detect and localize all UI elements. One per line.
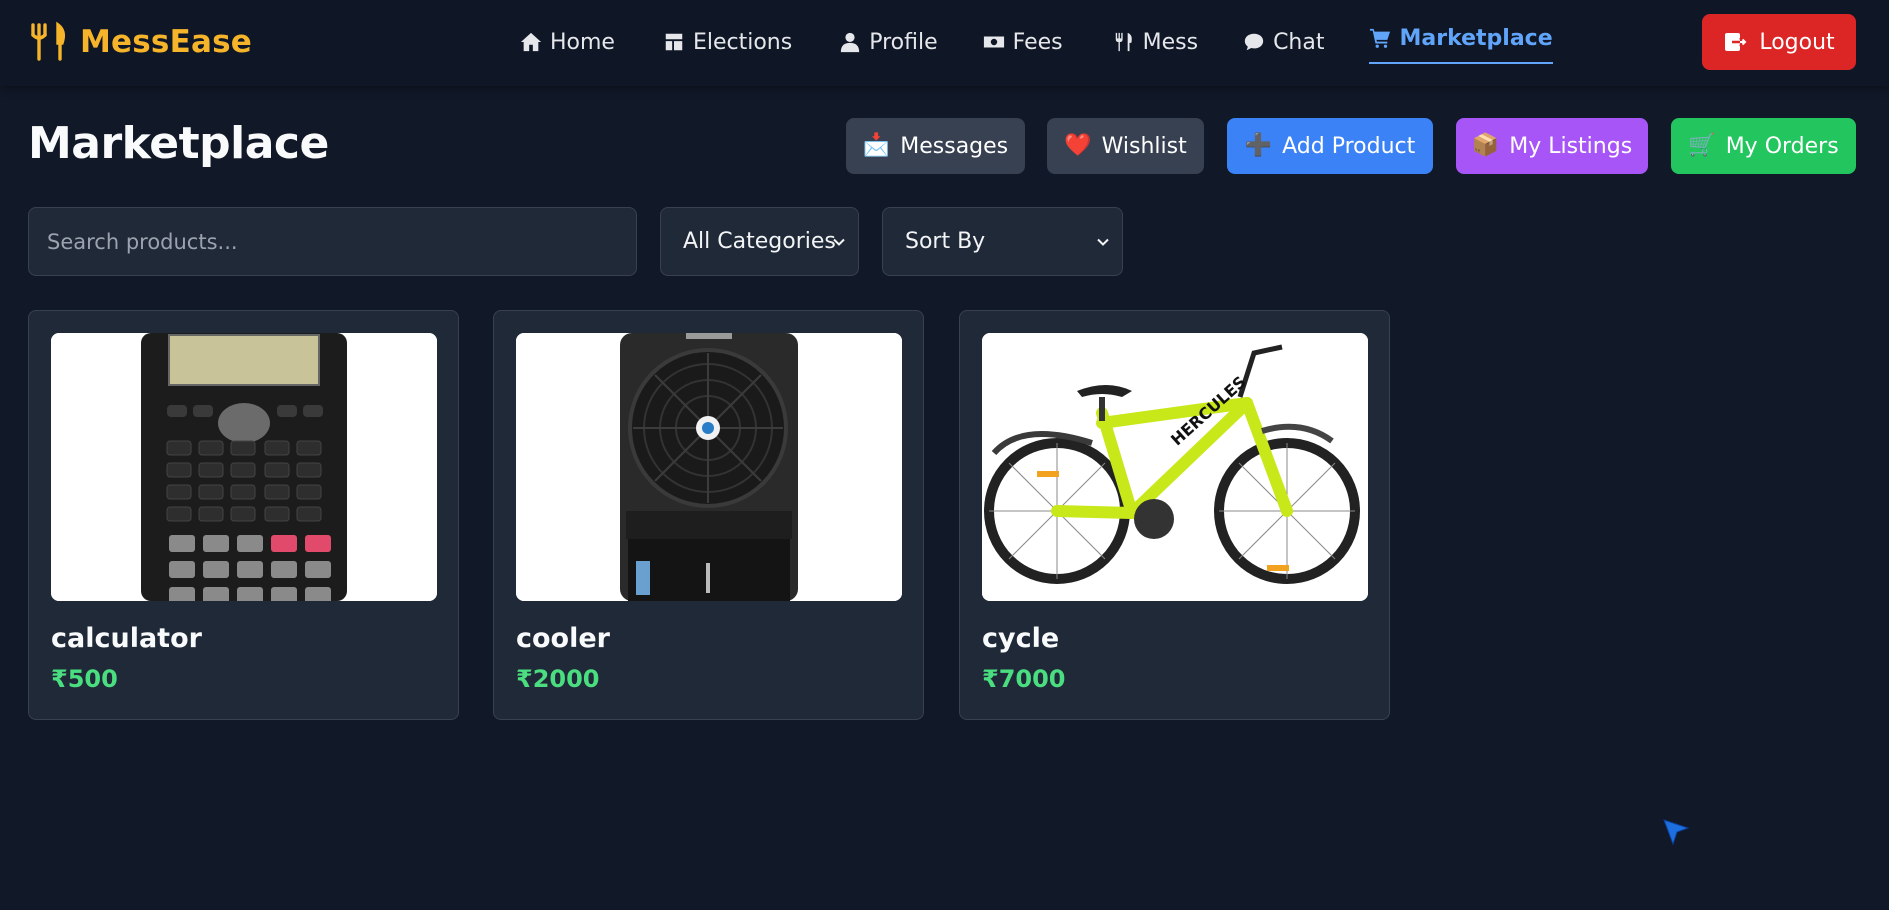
add-product-label: Add Product [1282,133,1416,159]
product-price: ₹2000 [516,665,600,693]
nav-item-label: Fees [1012,29,1063,55]
brand[interactable]: MessEase [28,20,252,64]
wishlist-label: Wishlist [1101,133,1187,159]
nav-item-profile[interactable]: Profile [839,22,938,62]
product-image[interactable]: HERCULES [982,333,1368,601]
logout-icon [1725,33,1747,51]
nav-item-label: Chat [1273,29,1325,55]
wishlist-button[interactable]: ❤️ Wishlist [1047,118,1204,174]
category-select[interactable]: All Categories [660,207,859,276]
cursor-icon [1663,819,1690,846]
cooler-image [516,333,902,601]
nav-item-marketplace[interactable]: Marketplace [1369,18,1553,64]
product-name: cooler [516,623,610,654]
calculator-image [51,333,437,601]
envelope-icon: 📩 [862,133,891,158]
nav-item-chat[interactable]: Chat [1243,22,1324,62]
user-icon [841,32,860,53]
money-icon [983,36,1004,48]
brand-name: MessEase [80,24,252,60]
home-icon [520,32,542,52]
category-select-value: All Categories [683,229,836,254]
product-card[interactable]: calculator ₹500 [28,310,459,720]
nav-item-home[interactable]: Home [520,22,615,62]
my-listings-label: My Listings [1509,133,1633,159]
fork-knife-icon [1115,32,1132,52]
heart-icon: ❤️ [1064,133,1092,158]
logout-label: Logout [1759,29,1835,55]
product-card[interactable]: cooler ₹2000 [493,310,924,720]
messages-button[interactable]: 📩 Messages [846,118,1025,174]
fork-knife-icon [31,21,66,61]
my-listings-button[interactable]: 📦 My Listings [1456,118,1648,174]
search-input[interactable] [28,207,637,276]
page-title: Marketplace [28,118,329,169]
nav-item-elections[interactable]: Elections [663,22,792,62]
package-icon: 📦 [1471,133,1500,158]
nav-item-label: Elections [692,29,793,55]
nav-links: Home Elections Profile Fees Mess Chat Ma… [520,22,1553,64]
elections-icon [665,33,683,51]
my-orders-button[interactable]: 🛒 My Orders [1671,118,1856,174]
chat-bubble-icon [1244,33,1264,51]
nav-item-fees[interactable]: Fees [983,22,1063,62]
cart-icon [1370,28,1391,48]
nav-item-label: Home [550,29,615,55]
chevron-down-icon [1097,238,1109,246]
nav-item-mess[interactable]: Mess [1113,22,1198,62]
sort-select-value: Sort By [905,229,986,254]
messages-label: Messages [900,133,1009,159]
product-name: calculator [51,623,202,654]
nav-item-label: Mess [1142,29,1199,55]
nav-item-label: Marketplace [1399,25,1553,51]
product-image[interactable] [51,333,437,601]
add-product-button[interactable]: ➕ Add Product [1227,118,1433,174]
cycle-image: HERCULES [982,333,1368,601]
product-image[interactable] [516,333,902,601]
my-orders-label: My Orders [1725,133,1839,159]
logout-button[interactable]: Logout [1702,14,1856,70]
product-card[interactable]: HERCULES cycle ₹7000 [959,310,1390,720]
shopping-cart-icon: 🛒 [1688,133,1716,158]
product-price: ₹7000 [982,665,1066,693]
sort-select[interactable]: Sort By [882,207,1123,276]
chevron-down-icon [833,238,845,246]
top-navbar: MessEase Home Elections Profile Fees Mes… [0,0,1889,86]
nav-item-label: Profile [869,29,938,55]
product-name: cycle [982,623,1060,654]
plus-icon: ➕ [1244,133,1273,158]
product-price: ₹500 [51,665,118,693]
